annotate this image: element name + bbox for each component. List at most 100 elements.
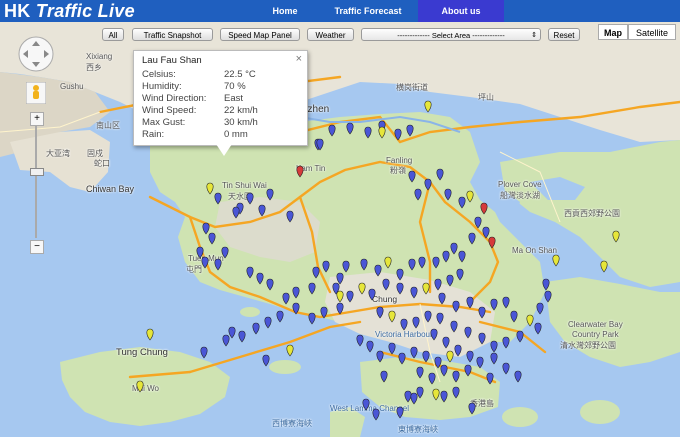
traffic-camera-marker[interactable] (202, 222, 210, 235)
traffic-camera-marker[interactable] (534, 322, 542, 335)
traffic-camera-marker[interactable] (458, 250, 466, 263)
traffic-camera-marker[interactable] (258, 204, 266, 217)
traffic-camera-marker[interactable] (308, 282, 316, 295)
traffic-camera-marker[interactable] (430, 328, 438, 341)
traffic-camera-marker[interactable] (362, 398, 370, 411)
traffic-camera-marker[interactable] (342, 260, 350, 273)
traffic-camera-marker[interactable] (432, 256, 440, 269)
traffic-camera-marker[interactable] (542, 278, 550, 291)
traffic-camera-marker[interactable] (372, 408, 380, 421)
traffic-camera-marker[interactable] (454, 344, 462, 357)
traffic-camera-marker[interactable] (336, 302, 344, 315)
traffic-camera-marker[interactable] (364, 126, 372, 139)
traffic-camera-marker[interactable] (366, 340, 374, 353)
traffic-camera-marker[interactable] (336, 272, 344, 285)
traffic-camera-marker[interactable] (246, 266, 254, 279)
traffic-camera-marker[interactable] (450, 320, 458, 333)
traffic-camera-marker[interactable] (388, 310, 396, 323)
traffic-camera-marker[interactable] (464, 326, 472, 339)
traffic-camera-marker[interactable] (408, 258, 416, 271)
traffic-camera-marker[interactable] (410, 392, 418, 405)
traffic-camera-marker[interactable] (206, 182, 214, 195)
traffic-camera-marker[interactable] (544, 290, 552, 303)
traffic-camera-marker[interactable] (408, 170, 416, 183)
traffic-camera-marker[interactable] (356, 334, 364, 347)
traffic-camera-marker[interactable] (320, 306, 328, 319)
traffic-camera-marker[interactable] (410, 286, 418, 299)
traffic-camera-marker[interactable] (466, 190, 474, 203)
street-view-pegman-icon[interactable] (26, 82, 46, 104)
traffic-camera-marker[interactable] (458, 196, 466, 209)
traffic-camera-marker[interactable] (136, 380, 144, 393)
traffic-camera-marker[interactable] (396, 406, 404, 419)
traffic-camera-marker[interactable] (398, 352, 406, 365)
map-type-satellite[interactable]: Satellite (628, 24, 676, 40)
traffic-camera-marker[interactable] (312, 266, 320, 279)
traffic-camera-marker[interactable] (412, 316, 420, 329)
traffic-camera-marker[interactable] (328, 124, 336, 137)
traffic-camera-marker[interactable] (468, 402, 476, 415)
traffic-camera-marker[interactable] (406, 124, 414, 137)
traffic-camera-marker[interactable] (384, 256, 392, 269)
traffic-camera-marker[interactable] (322, 260, 330, 273)
traffic-camera-marker[interactable] (358, 282, 366, 295)
nav-traffic-forecast[interactable]: Traffic Forecast (320, 0, 416, 22)
traffic-camera-marker[interactable] (388, 342, 396, 355)
traffic-camera-marker[interactable] (452, 300, 460, 313)
traffic-camera-marker[interactable] (612, 230, 620, 243)
traffic-camera-marker[interactable] (480, 202, 488, 215)
traffic-camera-marker[interactable] (286, 210, 294, 223)
traffic-camera-marker[interactable] (414, 188, 422, 201)
traffic-camera-marker[interactable] (394, 128, 402, 141)
traffic-camera-marker[interactable] (214, 192, 222, 205)
traffic-camera-marker[interactable] (266, 278, 274, 291)
traffic-camera-marker[interactable] (486, 372, 494, 385)
traffic-camera-marker[interactable] (502, 362, 510, 375)
traffic-camera-marker[interactable] (482, 226, 490, 239)
traffic-camera-marker[interactable] (424, 178, 432, 191)
traffic-camera-marker[interactable] (478, 332, 486, 345)
traffic-camera-marker[interactable] (196, 246, 204, 259)
traffic-camera-marker[interactable] (266, 188, 274, 201)
traffic-camera-marker[interactable] (526, 314, 534, 327)
traffic-camera-marker[interactable] (374, 264, 382, 277)
traffic-camera-marker[interactable] (232, 206, 240, 219)
traffic-camera-marker[interactable] (396, 268, 404, 281)
traffic-camera-marker[interactable] (440, 390, 448, 403)
traffic-camera-marker[interactable] (516, 330, 524, 343)
traffic-camera-marker[interactable] (264, 316, 272, 329)
traffic-camera-marker[interactable] (360, 258, 368, 271)
traffic-camera-marker[interactable] (214, 258, 222, 271)
traffic-camera-marker[interactable] (404, 390, 412, 403)
traffic-camera-marker[interactable] (490, 340, 498, 353)
traffic-camera-marker[interactable] (446, 350, 454, 363)
traffic-camera-marker[interactable] (382, 278, 390, 291)
traffic-camera-marker[interactable] (440, 364, 448, 377)
traffic-map[interactable] (0, 22, 680, 437)
traffic-camera-marker[interactable] (296, 165, 304, 178)
close-icon[interactable]: × (296, 53, 302, 65)
traffic-camera-marker[interactable] (456, 268, 464, 281)
traffic-camera-marker[interactable] (428, 372, 436, 385)
zoom-out-button[interactable]: − (30, 240, 44, 254)
traffic-camera-marker[interactable] (488, 236, 496, 249)
traffic-camera-marker[interactable] (502, 336, 510, 349)
traffic-camera-marker[interactable] (246, 192, 254, 205)
traffic-camera-marker[interactable] (464, 364, 472, 377)
traffic-camera-marker[interactable] (434, 356, 442, 369)
traffic-camera-marker[interactable] (368, 288, 376, 301)
traffic-camera-marker[interactable] (468, 232, 476, 245)
traffic-camera-marker[interactable] (502, 296, 510, 309)
traffic-camera-marker[interactable] (436, 168, 444, 181)
traffic-camera-marker[interactable] (336, 290, 344, 303)
traffic-camera-marker[interactable] (380, 370, 388, 383)
traffic-camera-marker[interactable] (432, 388, 440, 401)
traffic-camera-marker[interactable] (466, 350, 474, 363)
pan-control[interactable] (16, 34, 56, 74)
traffic-camera-marker[interactable] (346, 290, 354, 303)
zoom-in-button[interactable]: + (30, 112, 44, 126)
traffic-camera-marker[interactable] (510, 310, 518, 323)
traffic-camera-marker[interactable] (452, 386, 460, 399)
traffic-camera-marker[interactable] (221, 246, 229, 259)
traffic-camera-marker[interactable] (256, 272, 264, 285)
